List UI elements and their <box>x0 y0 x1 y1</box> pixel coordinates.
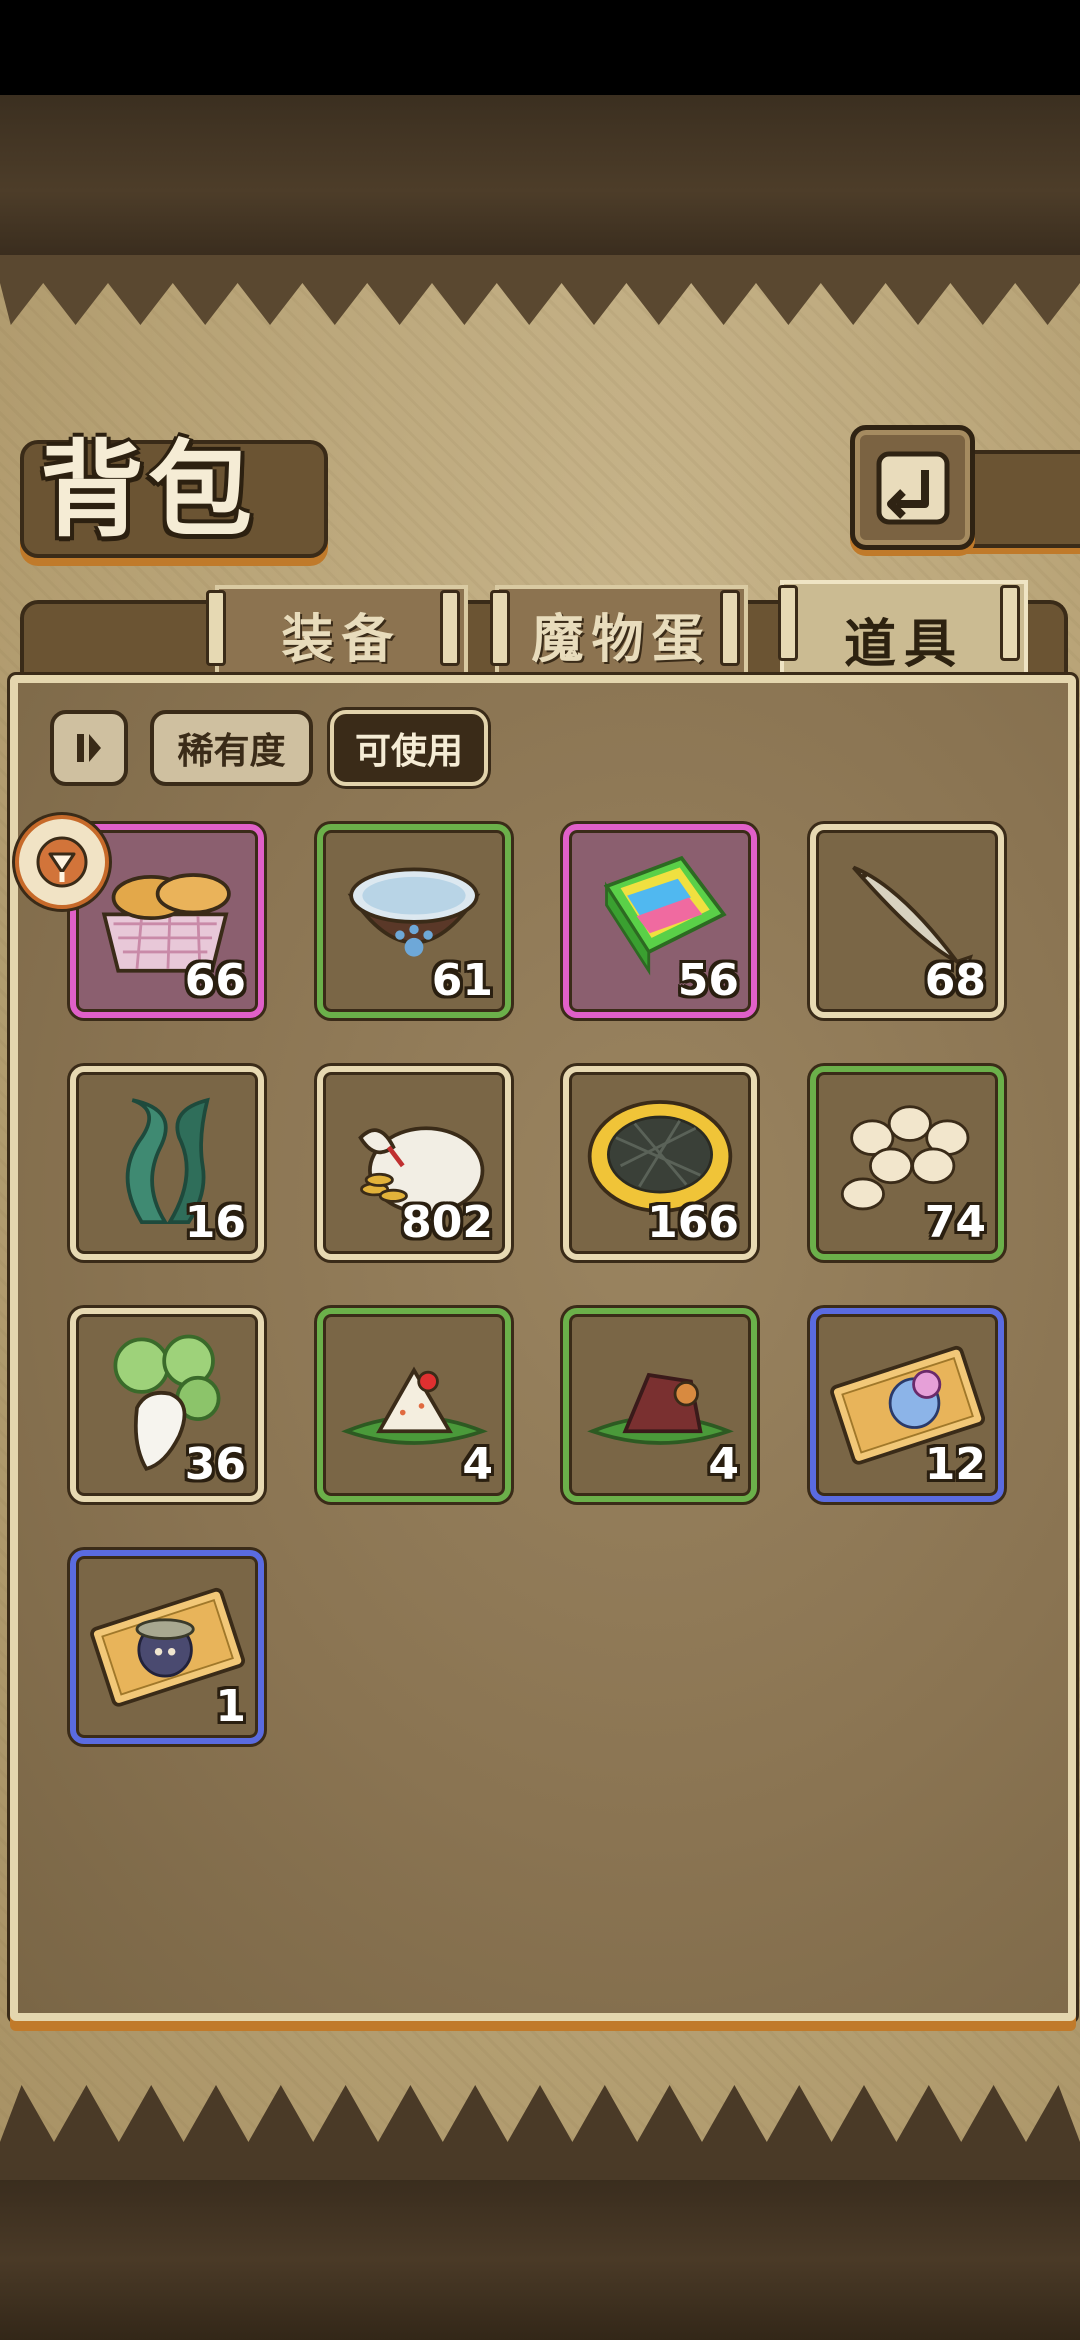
item-slot[interactable]: 1 <box>70 1550 264 1744</box>
back-button[interactable] <box>850 425 975 550</box>
item-count: 4 <box>462 1439 493 1490</box>
map-background-bottom <box>0 2180 1080 2340</box>
tab-equipment[interactable]: 装备 <box>215 585 468 679</box>
item-count: 802 <box>401 1197 493 1248</box>
item-slot[interactable]: 16 <box>70 1066 264 1260</box>
tab-post <box>440 590 460 666</box>
item-count: 61 <box>431 955 493 1006</box>
tab-monster-eggs-label: 魔物蛋 <box>531 608 712 670</box>
side-marker-button[interactable] <box>15 815 109 909</box>
item-count: 74 <box>924 1197 986 1248</box>
item-slot[interactable]: 12 <box>810 1308 1004 1502</box>
rarity-filter-label: 稀有度 <box>177 731 286 772</box>
map-background-top <box>0 95 1080 255</box>
item-count: 12 <box>924 1439 986 1490</box>
item-count: 1 <box>215 1681 246 1732</box>
arrow-badge-icon <box>36 836 88 888</box>
rarity-filter-button[interactable]: 稀有度 <box>150 710 313 786</box>
item-count: 166 <box>647 1197 739 1248</box>
status-bar <box>0 0 1080 95</box>
tab-items-label: 道具 <box>843 613 964 675</box>
item-count: 4 <box>708 1439 739 1490</box>
page-title: 背包 <box>40 428 257 551</box>
item-count: 16 <box>184 1197 246 1248</box>
item-slot[interactable]: 4 <box>563 1308 757 1502</box>
item-slot[interactable]: 4 <box>317 1308 511 1502</box>
item-count: 68 <box>924 955 986 1006</box>
usable-filter-label: 可使用 <box>354 731 463 772</box>
tab-post <box>1000 585 1020 661</box>
sort-toggle-button[interactable] <box>50 710 128 786</box>
item-slot[interactable]: 68 <box>810 824 1004 1018</box>
item-count: 56 <box>677 955 739 1006</box>
item-slot[interactable]: 166 <box>563 1066 757 1260</box>
pause-toggle-icon <box>77 734 101 762</box>
tab-post <box>778 585 798 661</box>
item-slot[interactable]: 61 <box>317 824 511 1018</box>
item-count: 36 <box>184 1439 246 1490</box>
item-count: 66 <box>184 955 246 1006</box>
tab-post <box>720 590 740 666</box>
usable-filter-button[interactable]: 可使用 <box>330 710 488 786</box>
item-slot[interactable]: 74 <box>810 1066 1004 1260</box>
item-slot[interactable]: 36 <box>70 1308 264 1502</box>
tab-post <box>206 590 226 666</box>
item-slot[interactable]: 802 <box>317 1066 511 1260</box>
tab-post <box>490 590 510 666</box>
tab-equipment-label: 装备 <box>281 608 402 670</box>
return-arrow-icon <box>876 451 949 524</box>
tab-monster-eggs[interactable]: 魔物蛋 <box>495 585 748 679</box>
item-slot[interactable]: 56 <box>563 824 757 1018</box>
